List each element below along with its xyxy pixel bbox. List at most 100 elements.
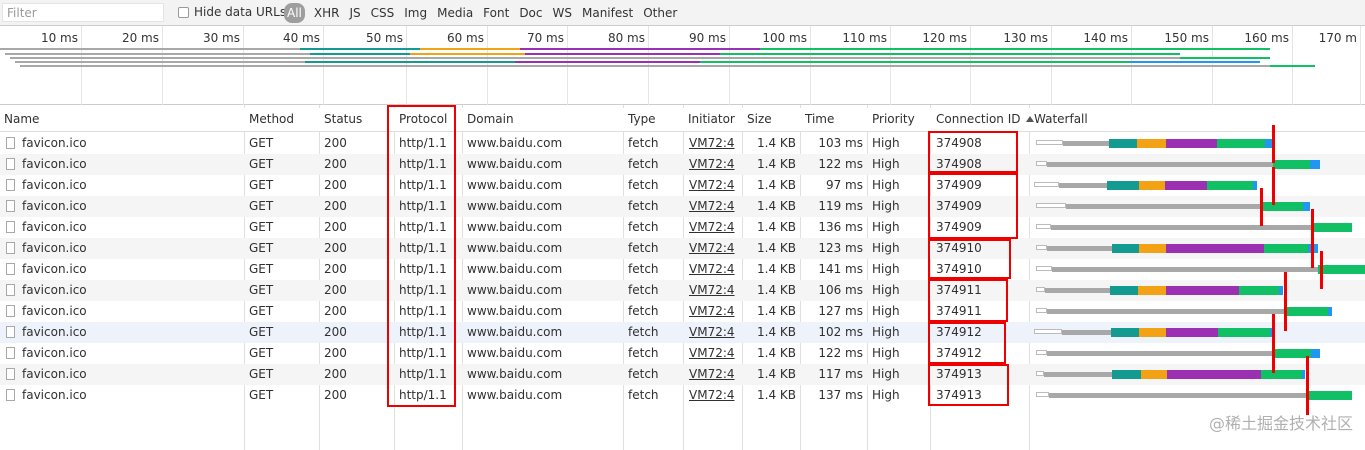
- col-type[interactable]: Type: [628, 108, 656, 131]
- waterfall-segment: [1059, 183, 1107, 188]
- cell-initiator[interactable]: VM72:4: [689, 217, 744, 238]
- filter-type-doc[interactable]: Doc: [514, 3, 547, 23]
- cell-priority: High: [872, 262, 900, 276]
- cell-method: GET: [249, 136, 274, 150]
- hide-data-urls-checkbox[interactable]: Hide data URLs: [178, 5, 286, 19]
- col-connection-id-label: Connection ID: [936, 112, 1021, 126]
- col-waterfall[interactable]: Waterfall: [1034, 108, 1088, 131]
- table-row[interactable]: favicon.ico GET 200 http/1.1 www.baidu.com fe…: [0, 238, 1365, 259]
- filter-type-ws[interactable]: WS: [548, 3, 577, 23]
- filter-type-manifest[interactable]: Manifest: [577, 3, 638, 23]
- col-status[interactable]: Status: [324, 108, 362, 131]
- overview-bar: [520, 48, 760, 50]
- table-row[interactable]: favicon.ico GET 200 http/1.1 www.baidu.com fe…: [0, 133, 1365, 154]
- waterfall-segment: [1167, 370, 1261, 379]
- waterfall-segment: [1034, 182, 1059, 187]
- cell-initiator[interactable]: VM72:4: [689, 343, 744, 364]
- table-row[interactable]: favicon.ico GET 200 http/1.1 www.baidu.com fe…: [0, 322, 1365, 343]
- cell-domain: www.baidu.com: [467, 325, 563, 339]
- table-row[interactable]: favicon.ico GET 200 http/1.1 www.baidu.com fe…: [0, 175, 1365, 196]
- cell-initiator[interactable]: VM72:4: [689, 385, 744, 406]
- cell-initiator[interactable]: VM72:4: [689, 196, 744, 217]
- filter-type-img[interactable]: Img: [399, 3, 432, 23]
- cell-type: fetch: [628, 220, 659, 234]
- cell-method: GET: [249, 220, 274, 234]
- table-row[interactable]: favicon.ico GET 200 http/1.1 www.baidu.com fe…: [0, 280, 1365, 301]
- col-priority[interactable]: Priority: [872, 108, 915, 131]
- cell-status: 200: [324, 325, 347, 339]
- waterfall-segment: [1051, 225, 1311, 230]
- cell-size: 1.4 KB: [757, 157, 796, 171]
- cell-method: GET: [249, 178, 274, 192]
- cell-size: 1.4 KB: [757, 136, 796, 150]
- col-connection-id[interactable]: Connection ID: [936, 108, 1035, 131]
- waterfall-red-marker: [1320, 251, 1323, 289]
- cell-type: fetch: [628, 367, 659, 381]
- cell-method: GET: [249, 241, 274, 255]
- col-time[interactable]: Time: [805, 108, 834, 131]
- waterfall-segment: [1066, 204, 1262, 209]
- cell-status: 200: [324, 346, 347, 360]
- table-row[interactable]: favicon.ico GET 200 http/1.1 www.baidu.com fe…: [0, 301, 1365, 322]
- cell-initiator[interactable]: VM72:4: [689, 154, 744, 175]
- waterfall-segment: [1047, 351, 1272, 356]
- waterfall-segment: [1036, 140, 1063, 145]
- file-icon: [6, 305, 15, 317]
- cell-method: GET: [249, 283, 274, 297]
- col-domain[interactable]: Domain: [467, 108, 514, 131]
- cell-time: 102 ms: [818, 325, 863, 339]
- waterfall-segment: [1309, 391, 1352, 400]
- table-row[interactable]: favicon.ico GET 200 http/1.1 www.baidu.com fe…: [0, 385, 1365, 406]
- overview-tick-label: 140 ms: [1083, 31, 1128, 45]
- waterfall-segment: [1264, 244, 1308, 253]
- col-size[interactable]: Size: [747, 108, 772, 131]
- filter-type-media[interactable]: Media: [432, 3, 478, 23]
- filter-type-js[interactable]: JS: [344, 3, 365, 23]
- cell-initiator[interactable]: VM72:4: [689, 238, 744, 259]
- table-row[interactable]: favicon.ico GET 200 http/1.1 www.baidu.com fe…: [0, 364, 1365, 385]
- col-initiator[interactable]: Initiator: [688, 108, 735, 131]
- waterfall-segment: [1036, 224, 1051, 229]
- table-row[interactable]: favicon.ico GET 200 http/1.1 www.baidu.com fe…: [0, 259, 1365, 280]
- cell-initiator[interactable]: VM72:4: [689, 280, 744, 301]
- waterfall-segment: [1239, 286, 1279, 295]
- waterfall-segment: [1036, 308, 1047, 313]
- filter-input[interactable]: [2, 3, 164, 22]
- cell-initiator[interactable]: VM72:4: [689, 133, 744, 154]
- waterfall-segment: [1166, 244, 1264, 253]
- cell-initiator[interactable]: VM72:4: [689, 364, 744, 385]
- checkbox-icon[interactable]: [178, 6, 189, 18]
- waterfall-segment: [1047, 162, 1273, 167]
- waterfall-segment: [1253, 181, 1257, 190]
- file-icon: [6, 179, 15, 191]
- table-row[interactable]: favicon.ico GET 200 http/1.1 www.baidu.com fe…: [0, 343, 1365, 364]
- overview-bar: [15, 61, 305, 63]
- cell-name: favicon.ico: [22, 136, 87, 150]
- cell-time: 119 ms: [818, 199, 863, 213]
- cell-domain: www.baidu.com: [467, 388, 563, 402]
- cell-domain: www.baidu.com: [467, 157, 563, 171]
- overview-timeline[interactable]: 10 ms 20 ms 30 ms 40 ms 50 ms 60 ms 70 ms 80 ms…: [0, 26, 1365, 105]
- table-row[interactable]: favicon.ico GET 200 http/1.1 www.baidu.com fe…: [0, 217, 1365, 238]
- cell-initiator[interactable]: VM72:4: [689, 259, 744, 280]
- cell-type: fetch: [628, 178, 659, 192]
- waterfall-segment: [1049, 393, 1309, 398]
- filter-type-css[interactable]: CSS: [366, 3, 400, 23]
- waterfall-segment: [1311, 223, 1352, 232]
- cell-initiator[interactable]: VM72:4: [689, 175, 744, 196]
- col-method[interactable]: Method: [249, 108, 294, 131]
- filter-type-font[interactable]: Font: [478, 3, 514, 23]
- table-row[interactable]: favicon.ico GET 200 http/1.1 www.baidu.com fe…: [0, 154, 1365, 175]
- overview-tick-label: 20 ms: [121, 31, 159, 45]
- cell-initiator[interactable]: VM72:4: [689, 322, 744, 343]
- cell-initiator[interactable]: VM72:4: [689, 301, 744, 322]
- filter-type-other[interactable]: Other: [638, 3, 682, 23]
- table-row[interactable]: favicon.ico GET 200 http/1.1 www.baidu.com fe…: [0, 196, 1365, 217]
- cell-status: 200: [324, 178, 347, 192]
- filter-type-xhr[interactable]: XHR: [309, 3, 345, 23]
- cell-priority: High: [872, 220, 900, 234]
- col-name[interactable]: Name: [4, 108, 39, 131]
- connection-id-highlight-box-374909: [928, 173, 1018, 239]
- cell-name: favicon.ico: [22, 157, 87, 171]
- filter-type-all[interactable]: All: [284, 3, 305, 23]
